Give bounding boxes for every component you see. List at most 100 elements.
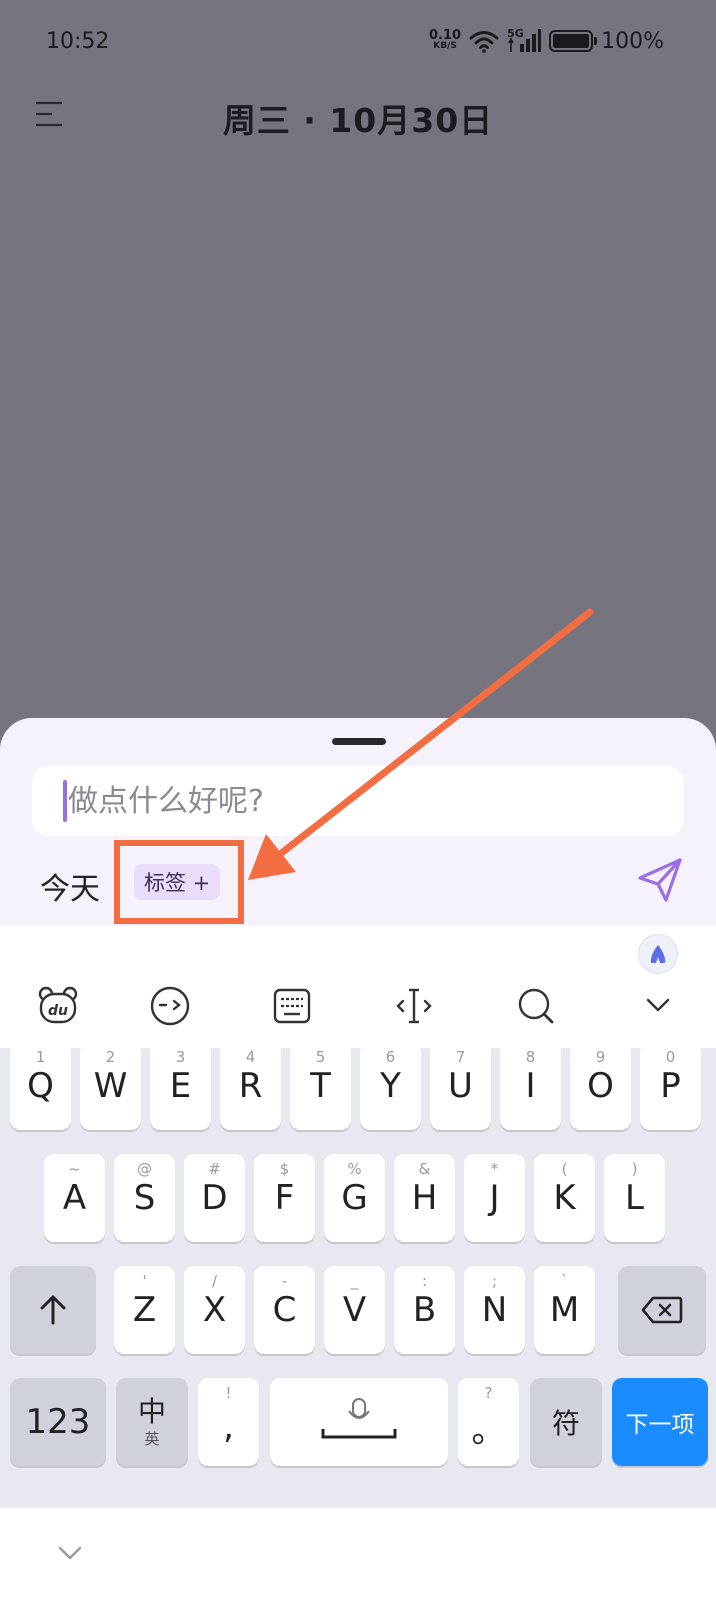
- key-sub: /: [211, 1272, 218, 1290]
- key-sub: -: [281, 1272, 288, 1290]
- key-label: N: [481, 1290, 508, 1330]
- next-button[interactable]: 下一项: [612, 1378, 708, 1466]
- key-sub: _: [350, 1272, 359, 1290]
- key-u[interactable]: 7U: [430, 1042, 491, 1130]
- key-h[interactable]: & H: [394, 1154, 455, 1242]
- key-sub: 6: [385, 1048, 396, 1066]
- cellular-signal-icon: 5G: [507, 27, 542, 53]
- key-v[interactable]: _ V: [324, 1266, 385, 1354]
- key-label: Y: [380, 1066, 401, 1106]
- network-speed-unit: KB/S: [433, 41, 457, 51]
- key-w[interactable]: 2W: [80, 1042, 141, 1130]
- key-j[interactable]: * J: [464, 1154, 525, 1242]
- key-sub: `: [560, 1272, 569, 1290]
- keyboard-layout-icon[interactable]: [270, 984, 314, 1028]
- key-label: R: [238, 1066, 263, 1106]
- key-label: 符: [551, 1407, 580, 1440]
- keyboard: 1Q 2W 3E 4R 5T 6Y 7U 8I 9O 0P ~ A @ S # D $…: [0, 1042, 716, 1508]
- key-sub: ~: [68, 1160, 81, 1178]
- key-label: I: [525, 1066, 536, 1106]
- chevron-down-icon[interactable]: [636, 984, 680, 1028]
- key-sub: 英: [144, 1429, 160, 1448]
- key-y[interactable]: 6Y: [360, 1042, 421, 1130]
- emoji-icon[interactable]: [148, 984, 192, 1028]
- key-b[interactable]: :B: [394, 1266, 455, 1354]
- key-n[interactable]: ; N: [464, 1266, 525, 1354]
- key-label: 123: [25, 1402, 91, 1442]
- key-r[interactable]: 4R: [220, 1042, 281, 1130]
- key-label: ,: [223, 1407, 234, 1447]
- key-x[interactable]: / X: [184, 1266, 245, 1354]
- collapse-keyboard-icon[interactable]: [54, 1536, 86, 1568]
- key-label: X: [202, 1290, 227, 1330]
- key-label: L: [625, 1178, 644, 1218]
- key-o[interactable]: 9O: [570, 1042, 631, 1130]
- key-sub: %: [347, 1160, 362, 1178]
- language-switch-key[interactable]: 中 英: [116, 1378, 188, 1466]
- search-icon[interactable]: [514, 984, 558, 1028]
- key-sub: #: [208, 1160, 221, 1178]
- symbols-key[interactable]: 符: [530, 1378, 602, 1466]
- network-speed: 0.10 KB/S: [429, 28, 462, 51]
- key-e[interactable]: 3E: [150, 1042, 211, 1130]
- key-q[interactable]: 1Q: [10, 1042, 71, 1130]
- sheet-drag-handle[interactable]: [332, 738, 386, 745]
- cursor-move-icon[interactable]: [392, 984, 436, 1028]
- key-t[interactable]: 5T: [290, 1042, 351, 1130]
- key-label: Q: [27, 1066, 54, 1106]
- key-sub: &: [418, 1160, 431, 1178]
- annotation-highlight-box: [114, 840, 244, 924]
- key-m[interactable]: ` M: [534, 1266, 595, 1354]
- key-d[interactable]: # D: [184, 1154, 245, 1242]
- key-f[interactable]: $ F: [254, 1154, 315, 1242]
- task-input[interactable]: [32, 766, 684, 836]
- comma-key[interactable]: !,: [198, 1378, 259, 1466]
- key-l[interactable]: ) L: [604, 1154, 665, 1242]
- key-label: M: [549, 1290, 580, 1330]
- backspace-icon: [641, 1296, 683, 1324]
- key-sub: 9: [595, 1048, 606, 1066]
- key-label: O: [587, 1066, 614, 1106]
- battery-percent: 100%: [601, 28, 664, 54]
- key-a[interactable]: ~ A: [44, 1154, 105, 1242]
- key-label: G: [341, 1178, 368, 1218]
- key-sub: (: [561, 1160, 568, 1178]
- key-label: 中: [137, 1394, 166, 1428]
- key-sub: :: [421, 1272, 428, 1290]
- key-label: D: [201, 1178, 228, 1218]
- add-task-sheet: 今天 标签 +: [0, 718, 716, 926]
- period-key[interactable]: ?。: [458, 1378, 519, 1466]
- key-p[interactable]: 0P: [640, 1042, 701, 1130]
- key-c[interactable]: -C: [254, 1266, 315, 1354]
- key-label: A: [62, 1178, 87, 1218]
- numbers-key[interactable]: 123: [10, 1378, 106, 1466]
- key-g[interactable]: % G: [324, 1154, 385, 1242]
- backspace-key[interactable]: [618, 1266, 706, 1354]
- keyboard-toolbar: du: [0, 926, 716, 1048]
- key-label: 。: [471, 1410, 506, 1451]
- svg-text:du: du: [48, 1003, 68, 1019]
- key-sub: 2: [105, 1048, 116, 1066]
- ai-assistant-icon[interactable]: [638, 934, 678, 974]
- baidu-bear-icon[interactable]: du: [36, 984, 80, 1028]
- text-caret: [63, 780, 67, 822]
- key-label: W: [93, 1066, 128, 1106]
- key-i[interactable]: 8I: [500, 1042, 561, 1130]
- key-label: F: [274, 1178, 295, 1218]
- send-icon[interactable]: [636, 856, 684, 904]
- date-today-button[interactable]: 今天: [40, 864, 100, 908]
- battery-icon: [549, 30, 598, 52]
- key-label: E: [169, 1066, 192, 1106]
- key-k[interactable]: (K: [534, 1154, 595, 1242]
- network-speed-value: 0.10: [429, 28, 462, 43]
- menu-icon[interactable]: [34, 100, 66, 132]
- key-label: 下一项: [625, 1412, 695, 1438]
- key-z[interactable]: ' Z: [114, 1266, 175, 1354]
- key-label: H: [411, 1178, 438, 1218]
- key-sub: !: [225, 1384, 232, 1402]
- space-key[interactable]: [270, 1378, 448, 1466]
- key-label: J: [489, 1178, 500, 1218]
- status-time: 10:52: [46, 28, 110, 54]
- shift-key[interactable]: [10, 1266, 96, 1354]
- key-s[interactable]: @ S: [114, 1154, 175, 1242]
